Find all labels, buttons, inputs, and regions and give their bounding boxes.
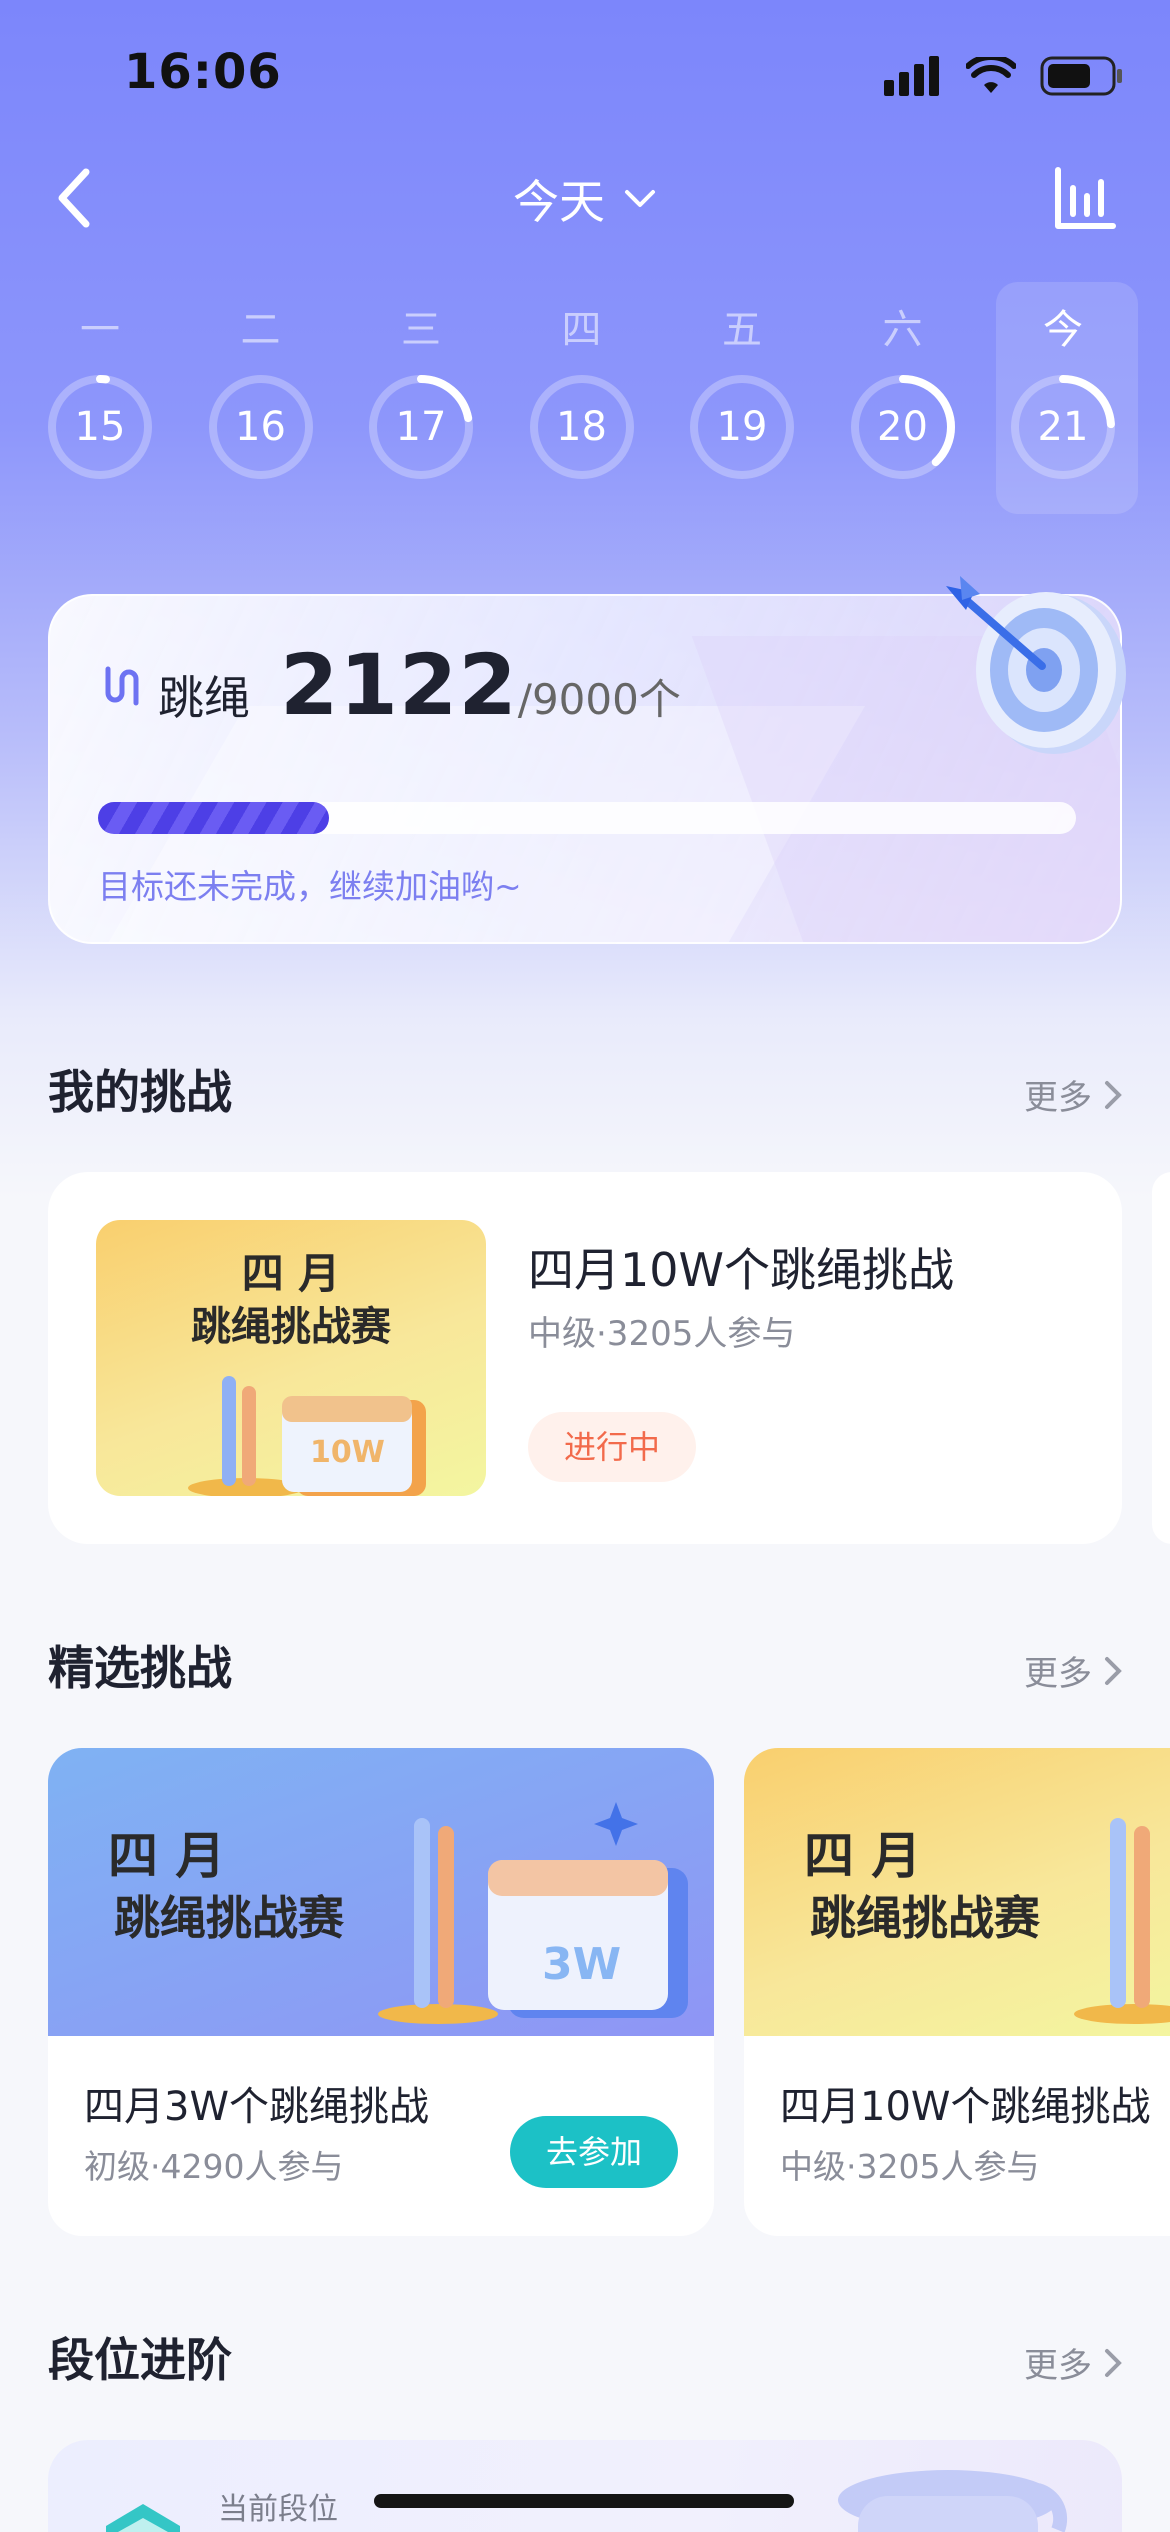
day-number: 19 (716, 404, 768, 450)
featured-title: 精选挑战 (48, 1641, 232, 1695)
date-selector[interactable]: 今天 (0, 166, 1170, 232)
status-icons (884, 56, 1124, 96)
calendar-icon (378, 1802, 688, 2024)
weekday-label: 二 (240, 307, 281, 353)
goal-count: 2122 (280, 636, 518, 734)
featured-card-subtitle: 中级·3205人参与 (780, 2147, 1040, 2186)
thumbnail-line-1: 四 月 (241, 1249, 341, 1298)
goal-header: 跳绳 2122 /9000个 (98, 636, 681, 736)
weekday-label: 三 (401, 307, 441, 353)
next-challenge-card-peek[interactable] (1152, 1172, 1170, 1544)
challenge-thumbnail: 四 月 跳绳挑战赛 10W (96, 1220, 486, 1496)
bar-chart-icon (1055, 167, 1116, 229)
day-number: 15 (74, 404, 126, 450)
day-progress-ring: 20 (848, 372, 958, 482)
day-item[interactable]: 四 18 (512, 278, 652, 482)
featured-card[interactable]: 四 月 跳绳挑战赛 四月10W个跳绳挑战 中级·3205人参与 (744, 1748, 1170, 2236)
statistics-button[interactable] (1050, 160, 1120, 236)
date-selector-label: 今天 (513, 175, 605, 229)
target-dart-icon (946, 576, 1126, 754)
rank-more-link[interactable]: 更多 (1024, 2338, 1122, 2387)
banner-line-1: 四 月 (108, 1827, 226, 1885)
more-label: 更多 (1024, 1654, 1092, 1694)
challenge-subtitle: 中级·3205人参与 (528, 1314, 796, 1354)
day-progress-ring: 15 (45, 372, 155, 482)
day-progress-ring: 21 (1008, 372, 1118, 482)
day-item[interactable]: 五 19 (672, 278, 812, 482)
rank-card[interactable]: 当前段位 (48, 2440, 1122, 2532)
my-challenge-card[interactable]: 四 月 跳绳挑战赛 10W 四月10W个跳绳挑战 中级·3205人参与 进行中 (48, 1172, 1122, 1544)
cellular-signal-icon (884, 56, 939, 96)
day-item[interactable]: 三 17 (351, 278, 491, 482)
my-challenge-title: 我的挑战 (48, 1065, 232, 1119)
featured-card-title: 四月3W个跳绳挑战 (84, 2084, 429, 2130)
featured-banner: 四 月 跳绳挑战赛 3W (48, 1748, 714, 2036)
day-number: 20 (877, 404, 928, 450)
day-item[interactable]: 今 21 (993, 278, 1133, 482)
day-progress-ring: 16 (206, 372, 316, 482)
home-indicator (374, 2494, 794, 2508)
featured-card[interactable]: 四 月 跳绳挑战赛 3W 四月3W个跳绳挑战 初级·4290人参与 去参加 (48, 1748, 714, 2236)
day-progress-ring: 19 (687, 372, 797, 482)
join-button[interactable]: 去参加 (510, 2116, 678, 2188)
goal-tip: 目标还未完成，继续加油哟~ (98, 867, 522, 906)
day-progress-ring: 18 (527, 372, 637, 482)
day-number: 21 (1037, 404, 1089, 450)
rank-title: 段位进阶 (48, 2333, 232, 2387)
chevron-right-icon (1105, 2348, 1122, 2377)
goal-label: 跳绳 (158, 671, 250, 725)
goal-progress-bar (98, 802, 1076, 834)
wifi-icon (966, 57, 1016, 93)
banner-line-2: 跳绳挑战赛 (810, 1891, 1040, 1945)
banner-line-1: 四 月 (804, 1827, 922, 1885)
more-label: 更多 (1024, 1078, 1092, 1118)
challenge-title: 四月10W个跳绳挑战 (528, 1243, 955, 1297)
weekday-label: 今 (1043, 307, 1083, 353)
day-progress-ring: 17 (366, 372, 476, 482)
status-time: 16:06 (124, 44, 282, 100)
week-strip: 一 15 二 16 三 17 四 18 五 19 六 20 今 21 (0, 278, 1170, 518)
featured-card-subtitle: 初级·4290人参与 (84, 2147, 344, 2186)
day-number: 17 (395, 404, 447, 450)
thumbnail-line-2: 跳绳挑战赛 (191, 1304, 391, 1350)
banner-line-2: 跳绳挑战赛 (114, 1891, 344, 1945)
banner-badge: 3W (542, 1939, 622, 1990)
chevron-down-icon (625, 190, 655, 207)
status-badge: 进行中 (528, 1412, 696, 1482)
day-number: 18 (556, 404, 607, 450)
chevron-right-icon (1105, 1656, 1122, 1685)
day-item[interactable]: 一 15 (30, 278, 170, 482)
jump-rope-handles-icon (1074, 1818, 1170, 2024)
rank-badge-icon (106, 2504, 180, 2532)
weekday-label: 四 (561, 307, 602, 353)
thumbnail-badge: 10W (310, 1435, 385, 1470)
weekday-label: 一 (80, 307, 120, 353)
battery-icon (1040, 56, 1122, 96)
trophy-icon (838, 2470, 1068, 2532)
featured-card-title: 四月10W个跳绳挑战 (780, 2084, 1151, 2130)
my-challenge-more-link[interactable]: 更多 (1024, 1070, 1122, 1119)
day-number: 16 (235, 404, 286, 450)
weekday-label: 五 (722, 307, 762, 353)
chevron-right-icon (1105, 1080, 1122, 1109)
featured-more-link[interactable]: 更多 (1024, 1646, 1122, 1695)
current-rank-label: 当前段位 (218, 2492, 338, 2527)
calendar-icon (188, 1376, 426, 1496)
featured-banner: 四 月 跳绳挑战赛 (744, 1748, 1170, 2036)
weekday-label: 六 (882, 307, 923, 353)
more-label: 更多 (1024, 2346, 1092, 2386)
jump-rope-icon (105, 666, 139, 706)
goal-progress-fill (98, 802, 329, 834)
day-item[interactable]: 二 16 (191, 278, 331, 482)
day-item[interactable]: 六 20 (833, 278, 973, 482)
goal-total: /9000个 (517, 675, 681, 724)
